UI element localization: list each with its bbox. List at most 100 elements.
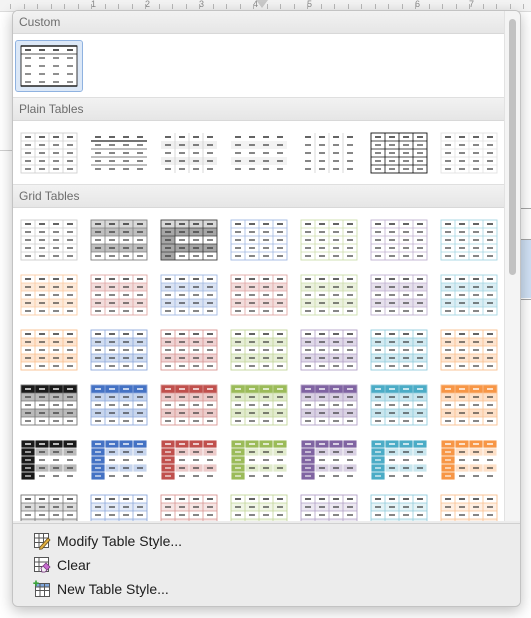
style-row — [13, 487, 504, 521]
ruler-tick — [442, 4, 443, 9]
table-style-grid-6-purple[interactable] — [294, 487, 364, 521]
ruler-tick — [267, 4, 268, 9]
table-style-plain-7[interactable] — [434, 125, 504, 180]
table-style-grid-5-orange[interactable] — [434, 432, 504, 487]
ruler-tick — [10, 4, 11, 9]
table-style-grid-2-red[interactable] — [84, 267, 154, 322]
clear-item[interactable]: Clear — [33, 554, 90, 576]
table-style-grid-6-black[interactable] — [14, 487, 84, 521]
table-style-grid-2-green[interactable] — [294, 267, 364, 322]
table-style-grid-4-teal[interactable] — [364, 377, 434, 432]
ruler-tick — [402, 4, 403, 9]
table-style-grid-1-blue[interactable] — [224, 212, 294, 267]
table-style-grid-5-red[interactable] — [154, 432, 224, 487]
ruler-tick — [496, 4, 497, 9]
table-style-thumbnail — [156, 490, 222, 521]
ruler-tick — [307, 4, 308, 9]
ruler-tick — [429, 4, 430, 9]
section-header: Plain Tables — [13, 97, 504, 121]
table-style-grid-5-teal[interactable] — [364, 432, 434, 487]
ruler-tick — [523, 4, 524, 9]
table-style-thumbnail — [226, 128, 292, 178]
ruler-tick — [186, 4, 187, 9]
table-style-grid-3-orange[interactable] — [14, 322, 84, 377]
table-style-grid-2-purple[interactable] — [364, 267, 434, 322]
ruler-tick — [483, 4, 484, 9]
table-style-thumbnail — [86, 325, 152, 375]
gallery-scrollbar[interactable] — [504, 11, 520, 521]
table-styles-popup: Custom Plain Tables Grid Tables Modify Tab… — [12, 10, 521, 607]
ruler-tick — [105, 4, 106, 9]
table-style-thumbnail — [366, 325, 432, 375]
table-style-grid-1-light[interactable] — [14, 212, 84, 267]
table-style-grid-5-black[interactable] — [14, 432, 84, 487]
table-style-grid-2-blue[interactable] — [154, 267, 224, 322]
table-style-thumbnail — [436, 435, 502, 485]
table-style-grid-3-green[interactable] — [224, 322, 294, 377]
style-grid — [13, 121, 504, 184]
ruler-tick — [91, 4, 92, 9]
table-style-grid-2-red-alt[interactable] — [224, 267, 294, 322]
table-style-table-grid[interactable] — [364, 125, 434, 180]
section-header: Grid Tables — [13, 184, 504, 208]
table-style-grid-6-blue[interactable] — [84, 487, 154, 521]
ruler-tick — [145, 4, 146, 9]
table-style-thumbnail — [156, 215, 222, 265]
ruler-tick — [213, 4, 214, 9]
table-style-grid-3-teal[interactable] — [364, 322, 434, 377]
table-style-grid-4-blue[interactable] — [84, 377, 154, 432]
style-row — [13, 212, 504, 267]
ruler-tick — [294, 4, 295, 9]
style-row — [13, 38, 504, 93]
ruler-tick — [159, 4, 160, 9]
table-style-grid-5-purple[interactable] — [294, 432, 364, 487]
table-style-plain-4[interactable] — [224, 125, 294, 180]
table-style-thumbnail — [156, 380, 222, 430]
table-style-grid-2-teal[interactable] — [434, 267, 504, 322]
style-row — [13, 432, 504, 487]
style-row — [13, 125, 504, 180]
table-style-thumbnail — [16, 270, 82, 320]
table-style-grid-1-dark[interactable] — [154, 212, 224, 267]
ruler-tick — [348, 4, 349, 9]
table-style-grid-1-green[interactable] — [294, 212, 364, 267]
table-style-grid-6-orange[interactable] — [434, 487, 504, 521]
table-style-grid-6-teal[interactable] — [364, 487, 434, 521]
new-table-style-item[interactable]: New Table Style... — [33, 578, 169, 600]
table-style-grid-3-purple[interactable] — [294, 322, 364, 377]
table-style-grid-4-black[interactable] — [14, 377, 84, 432]
table-style-grid-6-green[interactable] — [224, 487, 294, 521]
table-style-plain-2[interactable] — [84, 125, 154, 180]
style-row — [13, 322, 504, 377]
table-style-grid-4-green[interactable] — [224, 377, 294, 432]
document-line — [0, 150, 12, 151]
section-header: Custom — [13, 11, 504, 34]
table-style-grid-1-gray[interactable] — [84, 212, 154, 267]
table-style-plain-3[interactable] — [154, 125, 224, 180]
ruler-tick — [37, 4, 38, 9]
table-style-grid-2-orange[interactable] — [14, 267, 84, 322]
table-style-plain-5[interactable] — [294, 125, 364, 180]
table-style-grid-6-red[interactable] — [154, 487, 224, 521]
table-style-plain-1[interactable] — [14, 125, 84, 180]
table-style-thumbnail — [16, 128, 82, 178]
table-style-thumbnail — [156, 325, 222, 375]
table-style-grid-3-blue[interactable] — [84, 322, 154, 377]
table-style-custom-basic[interactable] — [14, 38, 84, 93]
table-style-grid-4-purple[interactable] — [294, 377, 364, 432]
table-style-grid-4-red[interactable] — [154, 377, 224, 432]
table-style-thumbnail — [366, 270, 432, 320]
scrollbar-thumb[interactable] — [509, 19, 516, 275]
table-style-grid-1-purple[interactable] — [364, 212, 434, 267]
table-style-grid-5-blue[interactable] — [84, 432, 154, 487]
table-style-grid-5-green[interactable] — [224, 432, 294, 487]
eraser-icon — [33, 556, 51, 574]
table-style-grid-4-orange[interactable] — [434, 377, 504, 432]
table-style-grid-3-orange-alt[interactable] — [434, 322, 504, 377]
modify-table-style-icon — [33, 532, 51, 550]
ruler-tick — [240, 4, 241, 9]
table-style-grid-3-red[interactable] — [154, 322, 224, 377]
modify-table-style-item[interactable]: Modify Table Style... — [33, 530, 182, 552]
table-style-grid-1-teal[interactable] — [434, 212, 504, 267]
table-style-thumbnail — [86, 215, 152, 265]
